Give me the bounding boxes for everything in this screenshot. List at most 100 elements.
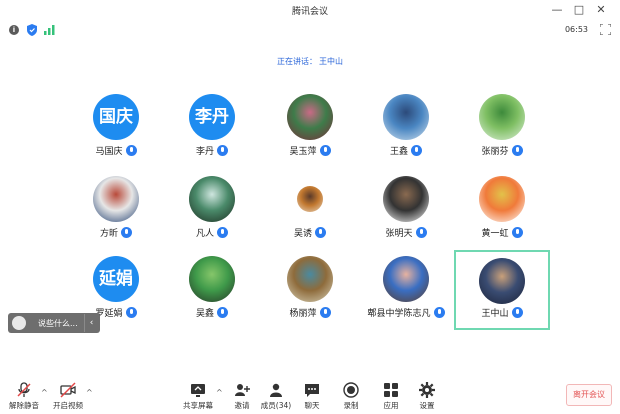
participant-avatar-photo (479, 176, 525, 222)
shield-icon[interactable] (27, 24, 37, 36)
participant-avatar-photo (189, 256, 235, 302)
apps-icon (384, 383, 398, 397)
microphone-icon (511, 307, 523, 318)
invite-icon (235, 384, 250, 396)
fullscreen-icon[interactable] (600, 24, 611, 35)
microphone-icon (319, 307, 331, 318)
microphone-icon (217, 227, 228, 238)
participant-name: 吴诱 (293, 229, 312, 239)
participant-name-row: 吴玉萍 (262, 144, 358, 157)
microphone-icon (433, 307, 445, 318)
emoji-icon[interactable] (12, 316, 26, 330)
quick-chat-bar[interactable]: 说些什么... ‹ (8, 313, 100, 333)
camera-off-icon (60, 382, 76, 398)
participant-name: 黄一虹 (481, 229, 509, 239)
participant-name: 郫县中学陈志凡 (367, 309, 431, 319)
participant-tile[interactable]: 凡人 (164, 170, 260, 250)
participant-name-row: 郫县中学陈志凡 (358, 306, 454, 319)
mute-button[interactable]: 解除静音 (4, 378, 44, 414)
participant-tile[interactable]: 李丹 李丹 (164, 88, 260, 168)
participant-avatar: 延娟 (93, 256, 139, 302)
participant-tile[interactable]: 郫县中学陈志凡 (358, 250, 454, 330)
microphone-icon (125, 145, 137, 156)
app-title: 腾讯会议 (291, 7, 328, 17)
participant-name: 李丹 (195, 147, 214, 157)
participant-tile[interactable]: 吴玉萍 (262, 88, 358, 168)
share-screen-icon (191, 384, 205, 397)
participant-name-row: 马国庆 (68, 144, 164, 157)
participant-name: 吴玉萍 (289, 147, 317, 157)
participant-name: 王中山 (481, 309, 509, 319)
share-screen-button[interactable]: 共享屏幕 (178, 378, 218, 414)
participant-name: 杨丽萍 (289, 309, 317, 319)
participant-avatar-photo (383, 256, 429, 302)
participant-name-row: 黄一虹 (454, 226, 550, 239)
participant-tile[interactable]: 杨丽萍 (262, 250, 358, 330)
participant-name: 王鑫 (389, 147, 408, 157)
microphone-icon (511, 227, 523, 238)
gear-icon (419, 382, 435, 398)
participant-name: 吴鑫 (195, 309, 214, 319)
microphone-muted-icon (17, 382, 31, 397)
participant-name-row: 凡人 (164, 226, 260, 239)
participant-tile[interactable]: 方昕 (68, 170, 164, 250)
participant-tile[interactable]: 张明天 (358, 170, 454, 250)
participant-avatar-photo (93, 176, 139, 222)
microphone-icon (125, 307, 137, 318)
participant-tile[interactable]: 王中山 (454, 250, 550, 330)
participant-tile[interactable]: 张丽芬 (454, 88, 550, 168)
microphone-icon (511, 145, 523, 156)
collapse-icon[interactable]: ‹ (84, 314, 98, 332)
participant-tile[interactable]: 黄一虹 (454, 170, 550, 250)
title-bar: 腾讯会议 — □ ✕ (0, 0, 620, 22)
close-button[interactable]: ✕ (592, 2, 610, 18)
participant-avatar-photo (189, 176, 235, 222)
video-options-chevron-icon[interactable]: ^ (86, 388, 93, 397)
settings-label: 设置 (419, 401, 435, 410)
maximize-button[interactable]: □ (570, 2, 588, 18)
microphone-icon (121, 227, 132, 238)
participant-name-row: 吴诱 (262, 226, 358, 239)
participant-name-row: 吴鑫 (164, 306, 260, 319)
participant-avatar-photo (287, 94, 333, 140)
participant-avatar-photo (479, 94, 525, 140)
microphone-icon (217, 145, 228, 156)
participant-name-row: 王中山 (456, 306, 548, 319)
participant-name: 张明天 (385, 229, 413, 239)
video-label: 开启视频 (53, 401, 83, 410)
participant-name: 凡人 (195, 229, 214, 239)
meeting-toolbar: 解除静音 ^ 开启视频 ^ 共享屏幕 ^ 邀请 成员(34) 聊天 录制 应用 … (0, 378, 620, 414)
participant-tile[interactable]: 吴诱 (262, 170, 358, 250)
record-icon (343, 382, 359, 398)
participant-avatar: 国庆 (93, 94, 139, 140)
microphone-icon (319, 145, 331, 156)
participant-tile[interactable]: 国庆 马国庆 (68, 88, 164, 168)
participant-name-row: 李丹 (164, 144, 260, 157)
participant-name-row: 杨丽萍 (262, 306, 358, 319)
speaking-name: 王中山 (319, 57, 343, 66)
participant-name-row: 王鑫 (358, 144, 454, 157)
participant-avatar-photo (287, 256, 333, 302)
speaking-indicator: 正在讲话： 王中山 (0, 56, 620, 67)
participant-name-row: 张明天 (358, 226, 454, 239)
participant-name: 马国庆 (95, 147, 123, 157)
participant-tile[interactable]: 吴鑫 (164, 250, 260, 330)
participant-avatar-photo (297, 186, 323, 212)
participant-avatar-photo (383, 176, 429, 222)
info-icon[interactable]: i (9, 25, 19, 35)
participant-avatar: 李丹 (189, 94, 235, 140)
mute-options-chevron-icon[interactable]: ^ (41, 388, 48, 397)
microphone-icon (415, 227, 427, 238)
leave-meeting-button[interactable]: 离开会议 (566, 384, 612, 406)
settings-button[interactable]: 设置 (407, 378, 447, 414)
meeting-info-bar: i 06:53 (0, 22, 620, 38)
signal-icon[interactable] (44, 25, 55, 35)
minimize-button[interactable]: — (548, 2, 566, 18)
video-button[interactable]: 开启视频 (48, 378, 88, 414)
quick-chat-placeholder[interactable]: 说些什么... (38, 318, 78, 329)
microphone-icon (315, 227, 326, 238)
participant-name: 方昕 (99, 229, 118, 239)
participant-tile[interactable]: 王鑫 (358, 88, 454, 168)
microphone-icon (217, 307, 228, 318)
chat-icon (305, 384, 319, 397)
